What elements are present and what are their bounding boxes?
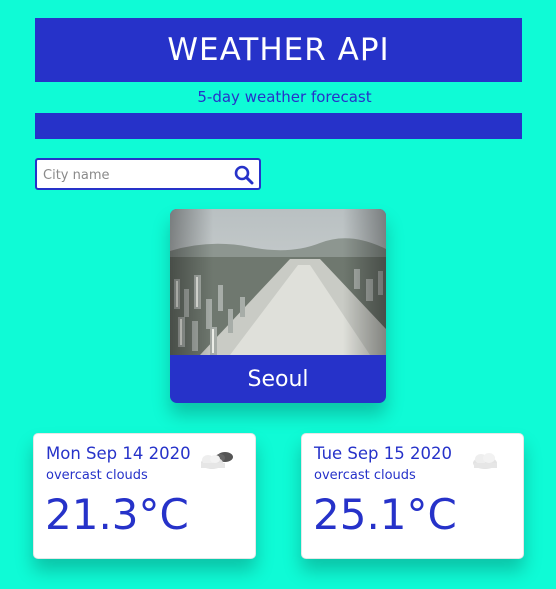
search-box xyxy=(35,158,261,190)
forecast-temperature: 21.3°C xyxy=(45,490,189,539)
forecast-card: Mon Sep 14 2020 overcast clouds 21.3°C xyxy=(33,433,256,559)
cloud-icon xyxy=(473,453,497,469)
forecast-description: overcast clouds xyxy=(314,468,416,483)
page-subtitle: 5-day weather forecast xyxy=(35,82,522,112)
search-input[interactable] xyxy=(41,164,225,186)
city-photo xyxy=(170,209,386,355)
forecast-date: Tue Sep 15 2020 xyxy=(314,444,453,463)
city-name: Seoul xyxy=(247,366,309,392)
forecast-description: overcast clouds xyxy=(46,468,148,483)
header-bar xyxy=(35,113,522,139)
city-card: Seoul xyxy=(170,209,386,403)
forecast-card: Tue Sep 15 2020 overcast clouds 25.1°C xyxy=(301,433,524,559)
page-title: WEATHER API xyxy=(35,18,522,82)
forecast-temperature: 25.1°C xyxy=(313,490,457,539)
forecast-date: Mon Sep 14 2020 xyxy=(46,444,191,463)
search-icon[interactable] xyxy=(234,165,254,185)
overcast-clouds-icon xyxy=(201,452,233,469)
header: WEATHER API 5-day weather forecast xyxy=(35,18,522,139)
